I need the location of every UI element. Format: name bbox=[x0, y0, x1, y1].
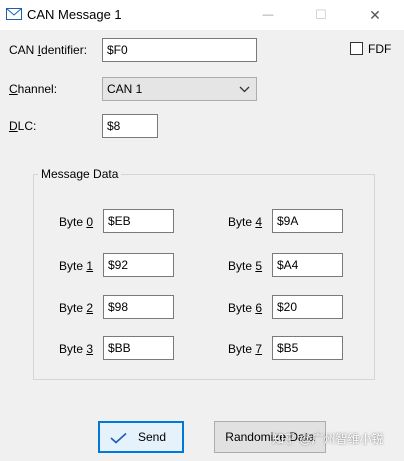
identifier-input[interactable]: $F0 bbox=[102, 38, 257, 62]
dlc-label: DLC: bbox=[9, 119, 37, 133]
byte-3-input[interactable]: $BB bbox=[103, 336, 174, 360]
byte-1-label: Byte 1 bbox=[59, 259, 94, 273]
byte-4-label: Byte 4 bbox=[228, 215, 263, 229]
byte-5-input[interactable]: $A4 bbox=[272, 253, 343, 277]
fdf-checkbox[interactable] bbox=[350, 42, 363, 55]
minimize-icon: — bbox=[262, 9, 274, 21]
close-button[interactable]: ✕ bbox=[357, 0, 393, 30]
channel-dropdown[interactable]: CAN 1 bbox=[102, 77, 257, 101]
byte-6-input[interactable]: $20 bbox=[272, 295, 343, 319]
title-bar: CAN Message 1 — ☐ ✕ bbox=[0, 0, 404, 30]
window-title: CAN Message 1 bbox=[27, 7, 122, 22]
close-icon: ✕ bbox=[369, 6, 381, 23]
dlc-input[interactable]: $8 bbox=[102, 114, 158, 138]
envelope-icon bbox=[6, 8, 22, 20]
byte-2-label: Byte 2 bbox=[59, 301, 94, 315]
byte-7-label: Byte 7 bbox=[228, 342, 263, 356]
byte-4-input[interactable]: $9A bbox=[272, 209, 343, 233]
byte-2-input[interactable]: $98 bbox=[103, 295, 174, 319]
byte-7-input[interactable]: $B5 bbox=[272, 336, 343, 360]
watermark-text: 知乎 @广州智维小锐 bbox=[272, 432, 384, 446]
channel-value: CAN 1 bbox=[107, 82, 143, 96]
identifier-label: CAN Identifier: bbox=[9, 43, 88, 57]
byte-3-label: Byte 3 bbox=[59, 342, 94, 356]
byte-5-label: Byte 5 bbox=[228, 259, 263, 273]
send-label: Send bbox=[137, 430, 167, 444]
checkmark-icon bbox=[110, 432, 127, 444]
byte-6-label: Byte 6 bbox=[228, 301, 263, 315]
byte-1-input[interactable]: $92 bbox=[103, 253, 174, 277]
minimize-button[interactable]: — bbox=[250, 0, 286, 30]
maximize-button[interactable]: ☐ bbox=[303, 0, 339, 30]
send-button[interactable]: Send bbox=[98, 421, 184, 453]
chevron-down-icon bbox=[239, 86, 250, 93]
fdf-label[interactable]: FDF bbox=[368, 42, 391, 56]
maximize-icon: ☐ bbox=[315, 7, 327, 22]
channel-label: Channel: bbox=[9, 82, 58, 96]
message-data-title: Message Data bbox=[38, 167, 122, 181]
byte-0-input[interactable]: $EB bbox=[103, 209, 174, 233]
byte-0-label: Byte 0 bbox=[59, 215, 94, 229]
